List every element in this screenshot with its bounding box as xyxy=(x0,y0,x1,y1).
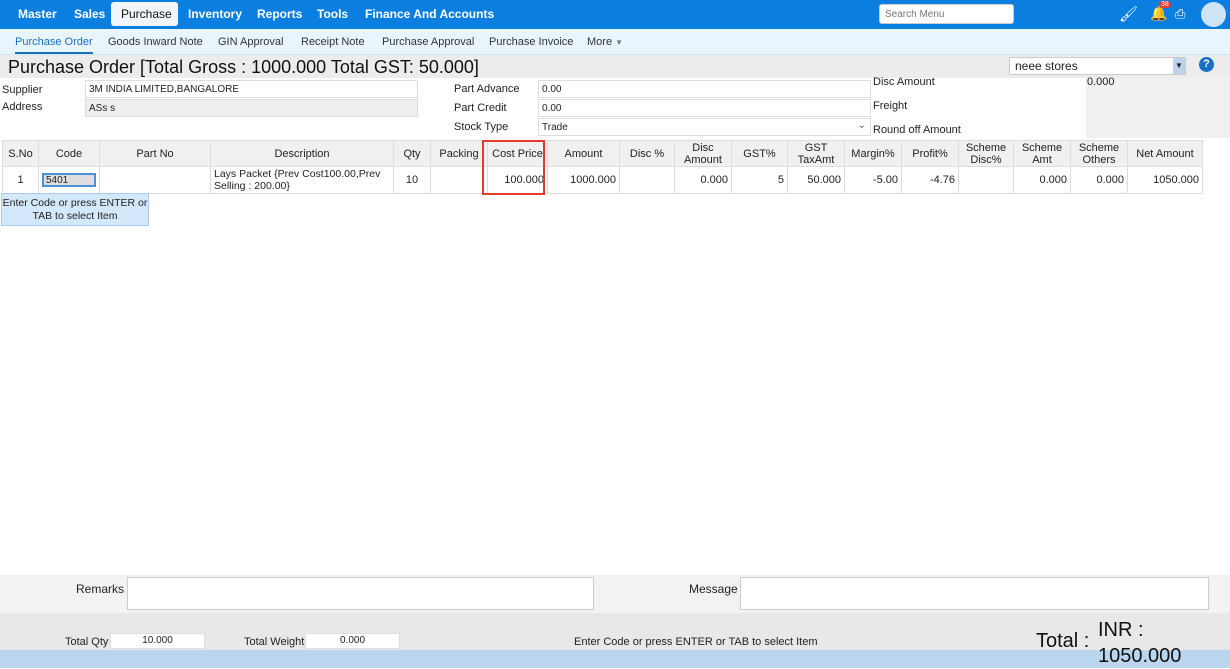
chevron-down-icon: ⌄ xyxy=(857,120,866,131)
status-text: Enter Code or press ENTER or TAB to sele… xyxy=(574,636,818,648)
disc-amount-label: Disc Amount xyxy=(873,76,935,88)
total-weight-field: 0.000 xyxy=(305,633,400,649)
nav-purchase[interactable]: Purchase xyxy=(111,2,178,26)
address-label: Address xyxy=(2,101,43,113)
col-sno: S.No xyxy=(2,140,39,167)
chevron-down-icon[interactable]: ▼ xyxy=(1173,58,1185,74)
col-scheme-others: Scheme Others xyxy=(1070,140,1128,167)
cell-gst-taxamt: 50.000 xyxy=(787,166,845,194)
cell-part-no[interactable] xyxy=(99,166,211,194)
col-net-amount: Net Amount xyxy=(1127,140,1203,167)
page-title: Purchase Order [Total Gross : 1000.000 T… xyxy=(8,57,479,77)
cell-disc-amount[interactable]: 0.000 xyxy=(674,166,732,194)
col-description: Description xyxy=(210,140,394,167)
cell-profit: -4.76 xyxy=(901,166,959,194)
cell-packing[interactable] xyxy=(430,166,488,194)
chevron-down-icon: ▼ xyxy=(615,38,624,47)
cell-scheme-disc[interactable] xyxy=(958,166,1014,194)
nav-master[interactable]: Master xyxy=(8,2,67,26)
col-part-no: Part No xyxy=(99,140,211,167)
help-icon[interactable]: ? xyxy=(1199,57,1214,72)
cell-gst-pct: 5 xyxy=(731,166,788,194)
supplier-label: Supplier xyxy=(2,84,43,96)
col-margin: Margin% xyxy=(844,140,902,167)
search-menu-input[interactable] xyxy=(879,4,1014,24)
part-credit-field[interactable]: 0.00 xyxy=(538,99,871,117)
nav-finance[interactable]: Finance And Accounts xyxy=(355,2,504,26)
stock-type-select[interactable]: Trade ⌄ xyxy=(538,118,871,136)
stock-type-value: Trade xyxy=(542,122,568,133)
code-tooltip: Enter Code or press ENTER or TAB to sele… xyxy=(1,193,149,226)
tab-purchase-approval[interactable]: Purchase Approval xyxy=(382,36,474,48)
part-credit-label: Part Credit xyxy=(454,102,507,114)
store-select[interactable]: neee stores xyxy=(1009,57,1186,75)
tab-receipt-note[interactable]: Receipt Note xyxy=(301,36,365,48)
remarks-label: Remarks xyxy=(76,582,125,596)
cell-scheme-others[interactable]: 0.000 xyxy=(1070,166,1128,194)
cell-margin: -5.00 xyxy=(844,166,902,194)
cell-amount: 1000.000 xyxy=(547,166,620,194)
nav-tools[interactable]: Tools xyxy=(307,2,358,26)
col-code: Code xyxy=(38,140,100,167)
items-table: S.No Code Part No Description Qty Packin… xyxy=(2,140,1203,194)
tab-goods-inward-note[interactable]: Goods Inward Note xyxy=(108,36,203,48)
remarks-textarea[interactable] xyxy=(127,577,594,610)
table-row: 1 5401 Lays Packet {Prev Cost100.00,Prev… xyxy=(2,166,1203,194)
tab-gin-approval[interactable]: GIN Approval xyxy=(218,36,283,48)
col-gst-pct: GST% xyxy=(731,140,788,167)
message-textarea[interactable] xyxy=(740,577,1209,610)
cell-description[interactable]: Lays Packet {Prev Cost100.00,Prev Sellin… xyxy=(210,166,394,194)
message-label: Message xyxy=(689,582,738,596)
total-qty-label: Total Qty xyxy=(65,636,109,648)
cost-price-highlight xyxy=(482,140,545,195)
top-nav: Master Sales Purchase Inventory Reports … xyxy=(0,0,1230,29)
col-disc-pct: Disc % xyxy=(619,140,675,167)
cell-disc-pct[interactable] xyxy=(619,166,675,194)
paint-brush-icon[interactable]: 🖌 xyxy=(1119,5,1138,23)
total-qty-field: 10.000 xyxy=(110,633,205,649)
tab-more[interactable]: More ▼ xyxy=(587,36,623,48)
col-amount: Amount xyxy=(547,140,620,167)
freight-label: Freight xyxy=(873,100,908,112)
col-profit: Profit% xyxy=(901,140,959,167)
disc-amount-value: 0.000 xyxy=(1087,76,1115,88)
col-disc-amount: Disc Amount xyxy=(674,140,732,167)
nav-reports[interactable]: Reports xyxy=(247,2,312,26)
avatar[interactable] xyxy=(1201,2,1226,27)
round-off-label: Round off Amount xyxy=(873,124,961,136)
col-gst-taxamt: GST TaxAmt xyxy=(787,140,845,167)
supplier-field[interactable]: 3M INDIA LIMITED,BANGALORE xyxy=(85,80,418,98)
col-qty: Qty xyxy=(393,140,431,167)
total-weight-label: Total Weight xyxy=(244,636,305,648)
stock-type-label: Stock Type xyxy=(454,121,509,133)
cell-scheme-amt[interactable]: 0.000 xyxy=(1013,166,1071,194)
tab-purchase-order[interactable]: Purchase Order xyxy=(15,36,93,54)
address-field[interactable]: ASs s xyxy=(85,99,418,117)
nav-sales[interactable]: Sales xyxy=(64,2,115,26)
cell-qty[interactable]: 10 xyxy=(393,166,431,194)
col-scheme-disc: Scheme Disc% xyxy=(958,140,1014,167)
total-value: INR : 1050.000 xyxy=(1098,619,1182,667)
sub-nav: Purchase Order Goods Inward Note GIN App… xyxy=(0,29,1230,55)
col-scheme-amt: Scheme Amt xyxy=(1013,140,1071,167)
col-packing: Packing xyxy=(430,140,488,167)
nav-inventory[interactable]: Inventory xyxy=(178,2,252,26)
cell-sno: 1 xyxy=(2,166,39,194)
notification-badge: 38 xyxy=(1159,1,1171,8)
part-advance-field[interactable]: 0.00 xyxy=(538,80,871,98)
printer-icon[interactable]: ⎙ xyxy=(1175,6,1185,22)
part-advance-label: Part Advance xyxy=(454,83,520,95)
tab-purchase-invoice[interactable]: Purchase Invoice xyxy=(489,36,573,48)
cell-net-amount: 1050.000 xyxy=(1127,166,1203,194)
code-input[interactable]: 5401 xyxy=(42,173,96,187)
more-label: More xyxy=(587,36,613,48)
total-label: Total : xyxy=(1036,630,1090,652)
cell-code[interactable]: 5401 xyxy=(38,166,100,194)
